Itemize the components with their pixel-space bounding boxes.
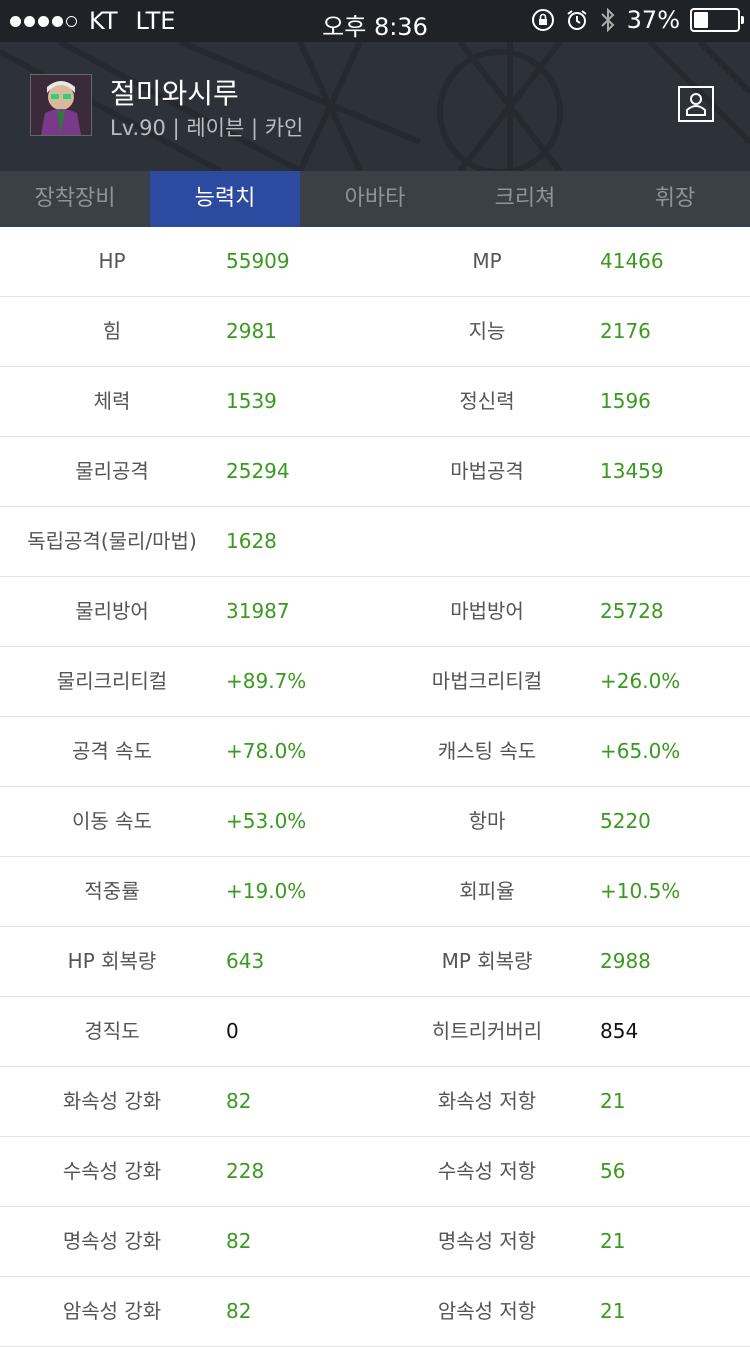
stats-table: HP 55909 MP 41466 힘 2981 지능 2176 체력 1539 정신력 1596 물리…: [0, 227, 750, 1347]
stat-row: 힘 2981 지능 2176: [0, 297, 750, 367]
stat-label: [375, 507, 599, 576]
stat-value: +89.7%: [226, 669, 307, 693]
stat-value: 1596: [600, 389, 651, 413]
stat-value: 2176: [600, 319, 651, 343]
lock-rotation-icon: [531, 9, 554, 31]
character-name: 절미와시루: [110, 77, 239, 110]
stat-value: 25294: [226, 459, 290, 483]
stat-value: 21: [600, 1299, 626, 1323]
stat-label: 힘: [102, 319, 122, 343]
stat-label: 지능: [468, 319, 506, 343]
stat-label: 암속성 강화: [62, 1299, 162, 1323]
stat-row: 수속성 강화 228 수속성 저항 56: [0, 1137, 750, 1207]
stat-row: HP 55909 MP 41466: [0, 227, 750, 297]
stat-row: 공격 속도 +78.0% 캐스팅 속도 +65.0%: [0, 717, 750, 787]
stat-label: 정신력: [459, 389, 515, 413]
stat-value: 31987: [226, 599, 290, 623]
stat-label: 수속성 저항: [437, 1159, 537, 1183]
battery-icon: [690, 8, 744, 32]
stat-value: 643: [226, 949, 265, 973]
stat-value: 1628: [226, 529, 277, 553]
stat-value: 55909: [226, 249, 290, 273]
stat-label: 마법방어: [450, 599, 524, 623]
tab-avatar[interactable]: 아바타: [300, 171, 450, 227]
stat-label: HP: [98, 249, 126, 273]
stat-label: 마법크리티컬: [431, 669, 543, 693]
stat-label: 화속성 강화: [62, 1089, 162, 1113]
stat-label: 적중률: [84, 879, 140, 903]
stat-value: 1539: [226, 389, 277, 413]
stat-label: 물리공격: [75, 459, 149, 483]
stat-row: 암속성 강화 82 암속성 저항 21: [0, 1277, 750, 1347]
stat-row: 명속성 강화 82 명속성 저항 21: [0, 1207, 750, 1277]
bluetooth-icon: [600, 7, 615, 33]
stat-row: 물리크리티컬 +89.7% 마법크리티컬 +26.0%: [0, 647, 750, 717]
stat-value: 854: [600, 1019, 639, 1043]
stat-value: 82: [226, 1229, 252, 1253]
stat-value: 56: [600, 1159, 626, 1183]
tab-emblem[interactable]: 휘장: [600, 171, 750, 227]
profile-icon: [686, 93, 706, 116]
stat-row: 화속성 강화 82 화속성 저항 21: [0, 1067, 750, 1137]
tab-equipment[interactable]: 장착장비: [0, 171, 150, 227]
stat-label: 물리방어: [75, 599, 149, 623]
stat-label: 캐스팅 속도: [437, 739, 537, 763]
stat-label: 명속성 강화: [62, 1229, 162, 1253]
stat-row: 경직도 0 히트리커버리 854: [0, 997, 750, 1067]
status-bar: KT LTE 오후 8:36 37%: [0, 0, 750, 42]
stat-label: 항마: [468, 809, 506, 833]
stat-value: +10.5%: [600, 879, 681, 903]
stat-row: 독립공격(물리/마법) 1628: [0, 507, 750, 577]
stat-label: 이동 속도: [72, 809, 152, 833]
alarm-icon: [567, 10, 587, 30]
stat-label: MP 회복량: [441, 949, 533, 973]
stat-label: HP 회복량: [67, 949, 157, 973]
stat-value: 2988: [600, 949, 651, 973]
character-meta: Lv.90 | 레이븐 | 카인: [110, 116, 304, 140]
tab-bar: 장착장비 능력치 아바타 크리쳐 휘장: [0, 171, 750, 227]
character-header: 절미와시루 Lv.90 | 레이븐 | 카인: [0, 42, 750, 171]
stat-row: 적중률 +19.0% 회피율 +10.5%: [0, 857, 750, 927]
stat-value: 41466: [600, 249, 664, 273]
stat-label: MP: [472, 249, 502, 273]
stat-value: 13459: [600, 459, 664, 483]
stat-row: 이동 속도 +53.0% 항마 5220: [0, 787, 750, 857]
stat-label: 암속성 저항: [437, 1299, 537, 1323]
stat-value: 228: [226, 1159, 265, 1183]
stat-value: +19.0%: [226, 879, 307, 903]
stat-value: 2981: [226, 319, 277, 343]
stat-value: +78.0%: [226, 739, 307, 763]
stat-row: HP 회복량 643 MP 회복량 2988: [0, 927, 750, 997]
stat-row: 물리방어 31987 마법방어 25728: [0, 577, 750, 647]
stat-label: 물리크리티컬: [56, 669, 168, 693]
stat-value: 82: [226, 1299, 252, 1323]
stat-value: 5220: [600, 809, 651, 833]
stat-label: 히트리커버리: [431, 1019, 543, 1043]
stat-row: 체력 1539 정신력 1596: [0, 367, 750, 437]
tab-stats[interactable]: 능력치: [150, 171, 300, 227]
stat-label: 수속성 강화: [62, 1159, 162, 1183]
stat-value: +65.0%: [600, 739, 681, 763]
stat-label: 마법공격: [450, 459, 524, 483]
tab-creature[interactable]: 크리쳐: [450, 171, 600, 227]
stat-label: 공격 속도: [72, 739, 152, 763]
stat-value: 21: [600, 1089, 626, 1113]
stat-row: 물리공격 25294 마법공격 13459: [0, 437, 750, 507]
stat-label: 화속성 저항: [437, 1089, 537, 1113]
stat-label: 회피율: [459, 879, 515, 903]
stat-label: 체력: [93, 389, 131, 413]
stat-value: 25728: [600, 599, 664, 623]
profile-button[interactable]: [678, 86, 714, 122]
stat-label: 경직도: [84, 1019, 140, 1043]
stat-label: 독립공격(물리/마법): [27, 529, 197, 553]
stat-value: +53.0%: [226, 809, 307, 833]
stat-value: 0: [226, 1019, 239, 1043]
stat-value: +26.0%: [600, 669, 681, 693]
battery-percent: 37%: [626, 6, 680, 34]
stat-value: 21: [600, 1229, 626, 1253]
stat-label: 명속성 저항: [437, 1229, 537, 1253]
character-avatar: [30, 74, 92, 136]
status-right: 37%: [531, 6, 744, 34]
stat-value: 82: [226, 1089, 252, 1113]
